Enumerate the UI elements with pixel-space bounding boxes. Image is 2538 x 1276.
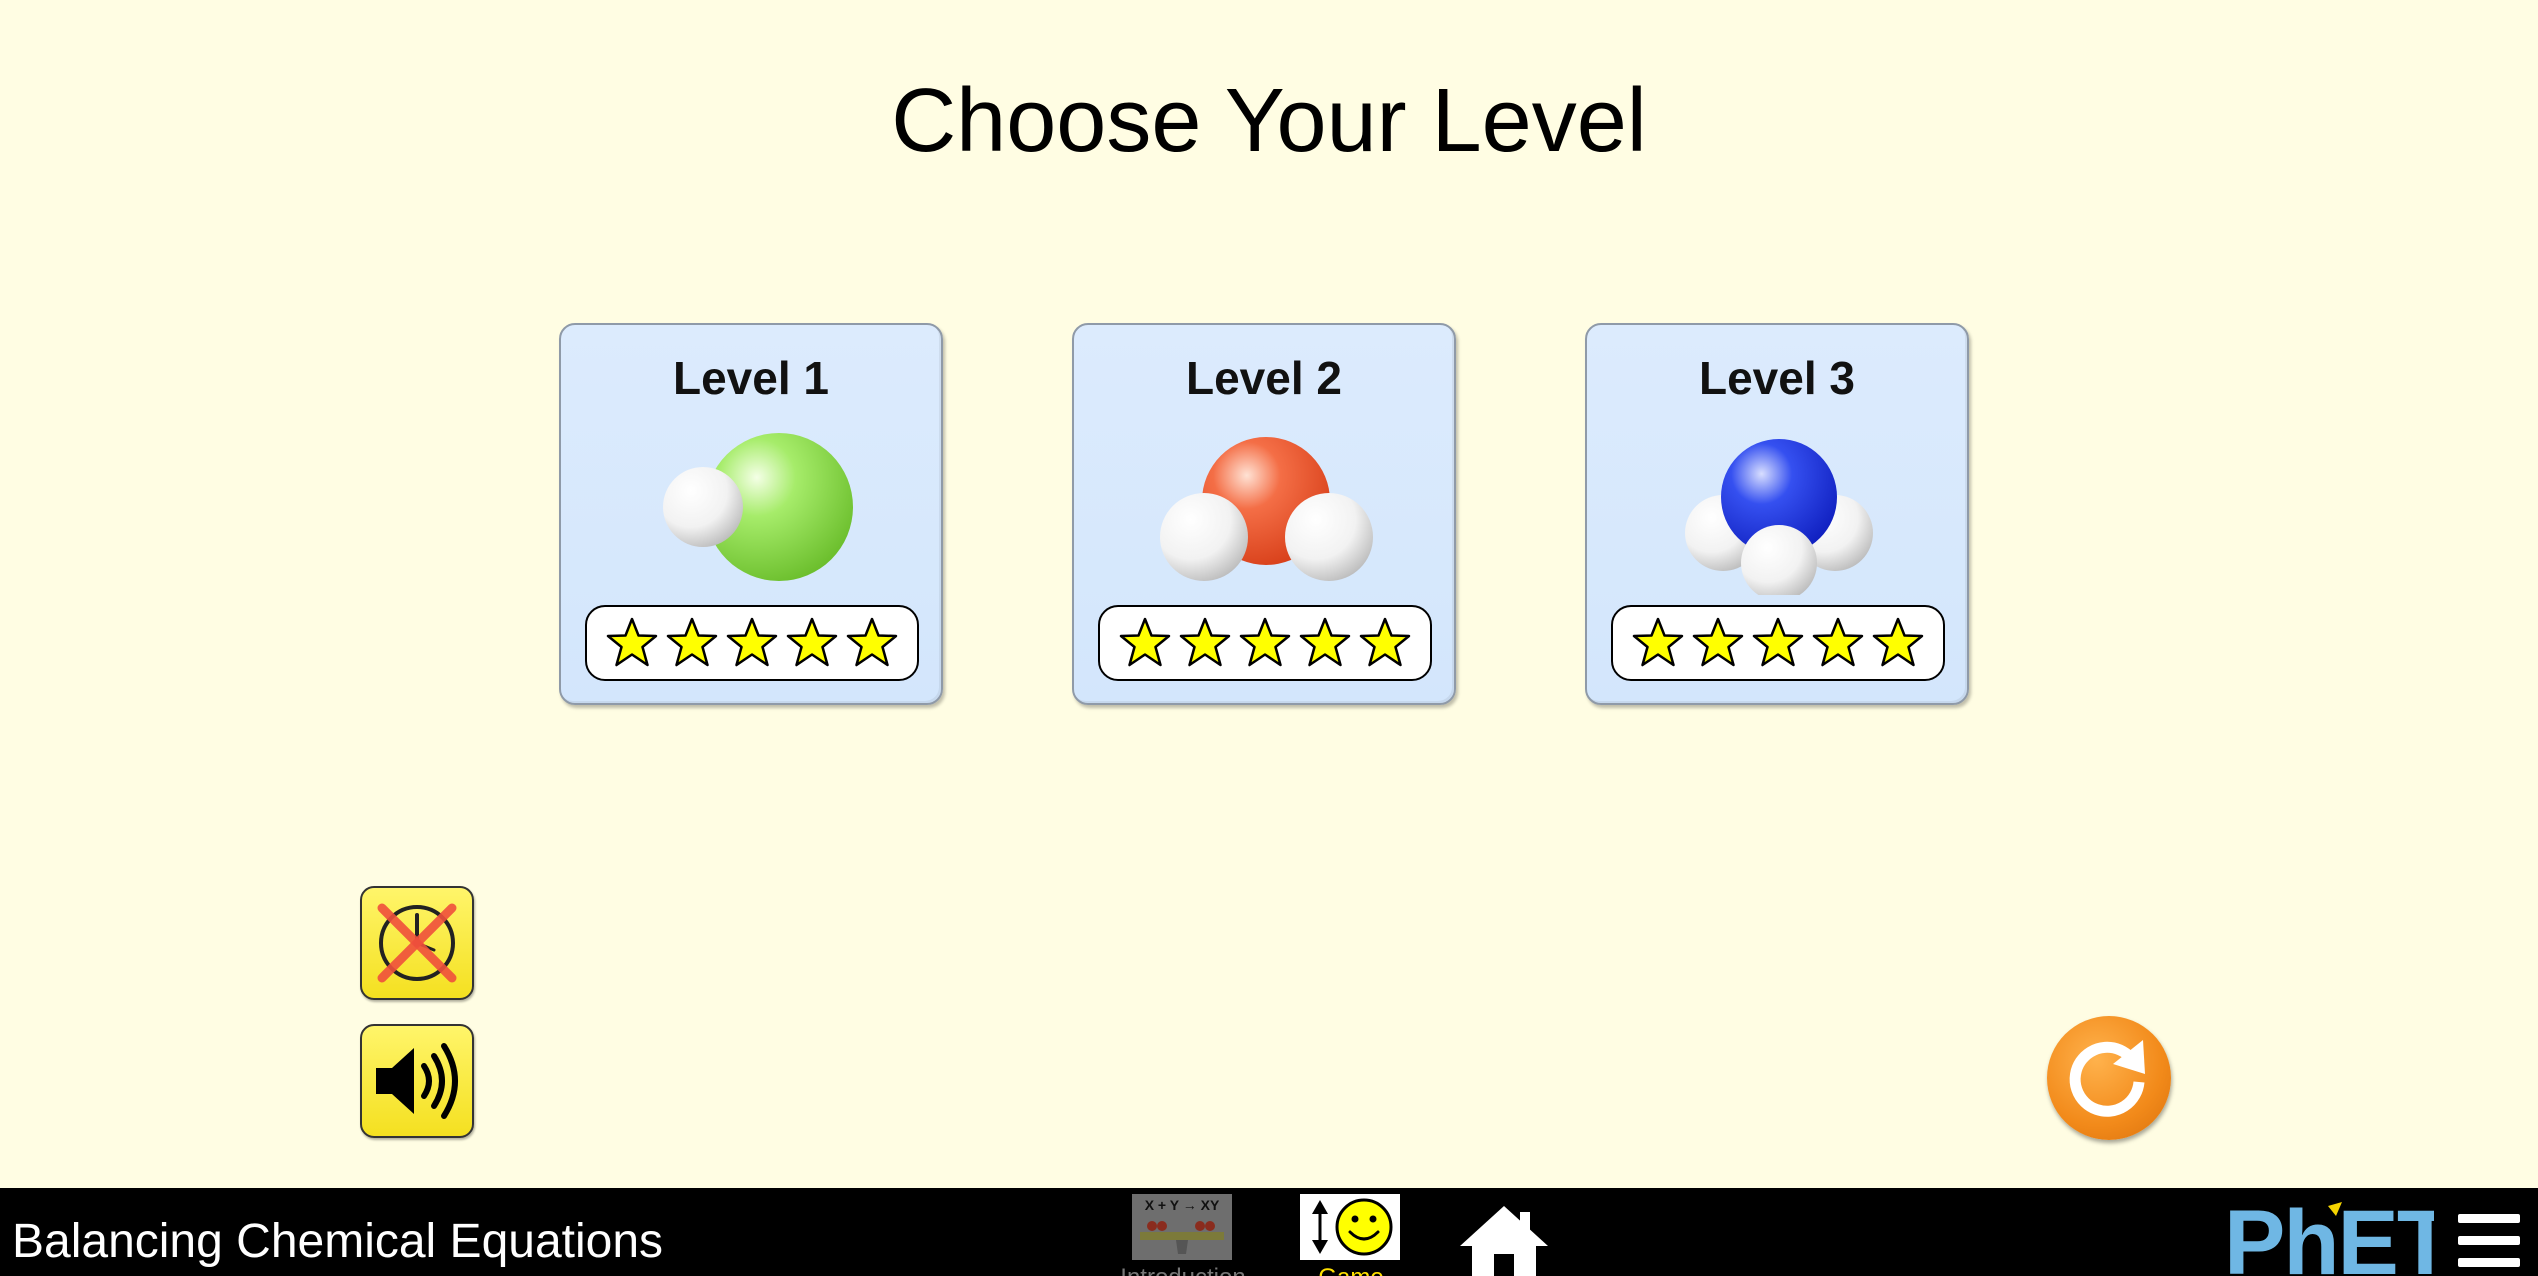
phet-logo[interactable]: PhET [2224,1198,2434,1276]
introduction-screen-button[interactable]: X + Y → XY Introduction [1120,1194,1246,1276]
star-icon [786,617,838,667]
reset-icon [2069,1040,2145,1117]
hamburger-menu-icon[interactable] [2456,1210,2522,1272]
timer-off-icon [377,903,457,983]
sound-toggle-button[interactable] [360,1024,474,1138]
level-3-button[interactable]: Level 3 [1585,323,1969,705]
star-score-display [1611,605,1945,681]
star-icon [1299,617,1351,667]
level-2-button[interactable]: Level 2 [1072,323,1456,705]
game-screen-icon [1300,1194,1400,1260]
star-icon [1359,617,1411,667]
phet-logo-text: PhET [2224,1198,2434,1276]
reset-all-button[interactable] [2047,1016,2171,1140]
star-icon [1179,617,1231,667]
level-1-button[interactable]: Level 1 [559,323,943,705]
star-score-display [1098,605,1432,681]
page-title: Choose Your Level [891,71,1647,171]
sim-title: Balancing Chemical Equations [12,1215,664,1268]
level-label: Level 3 [1699,352,1855,404]
speaker-on-icon [376,1043,458,1119]
star-icon [1752,617,1804,667]
star-icon [606,617,658,667]
star-score-display [585,605,919,681]
game-level-selection-screen: Choose Your Level Level 1 Level 2 Level … [0,0,2538,1188]
star-icon [1692,617,1744,667]
nh3-molecule-icon [1685,439,1873,595]
introduction-screen-label: Introduction [1092,1264,1274,1276]
star-icon [1119,617,1171,667]
hcl-molecule-icon [663,433,853,581]
game-screen-button[interactable]: Game [1300,1194,1402,1276]
game-screen-label: Game [1260,1264,1442,1276]
star-icon [1872,617,1924,667]
star-icon [1239,617,1291,667]
home-icon[interactable] [1456,1202,1552,1276]
introduction-screen-icon: X + Y → XY [1132,1194,1232,1260]
h2o-molecule-icon [1160,437,1373,581]
star-icon [666,617,718,667]
star-icon [1812,617,1864,667]
star-icon [726,617,778,667]
level-label: Level 2 [1186,352,1342,404]
timer-toggle-button[interactable] [360,886,474,1000]
level-label: Level 1 [673,352,829,404]
star-icon [846,617,898,667]
navigation-bar: Balancing Chemical Equations X + Y → XY … [0,1188,2538,1276]
intro-icon-equation: X + Y → XY [1145,1197,1220,1213]
star-icon [1632,617,1684,667]
